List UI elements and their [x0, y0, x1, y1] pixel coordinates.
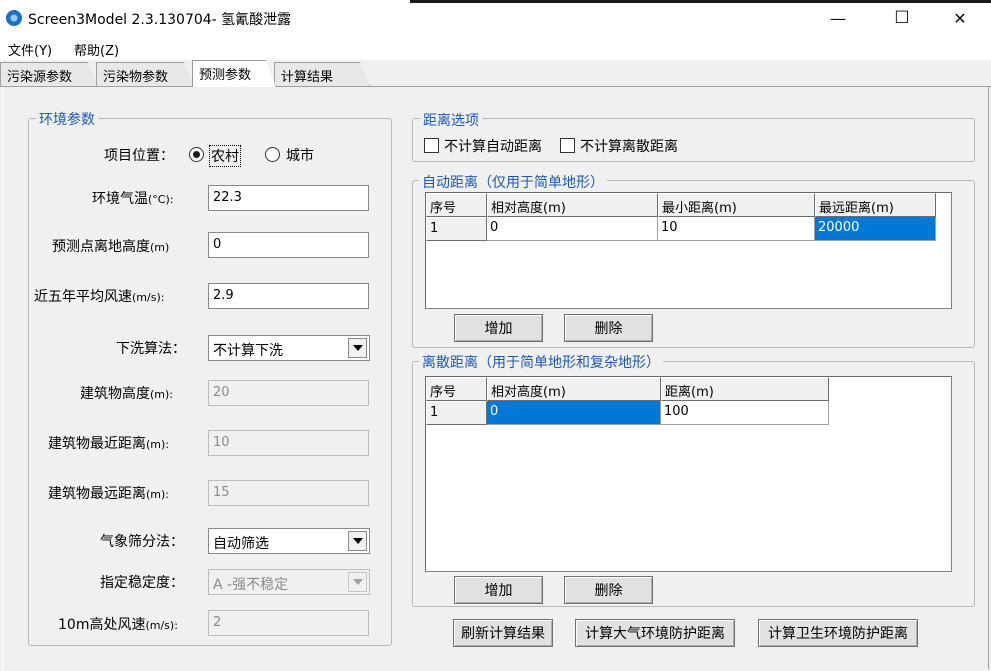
- no-discrete-distance-label[interactable]: 不计算离散距离: [580, 136, 678, 156]
- discrete-distance-grid[interactable]: 序号 相对高度(m) 距离(m) 1 0 100: [425, 376, 952, 572]
- table-cell-selected[interactable]: 0: [487, 401, 661, 425]
- auto-add-button[interactable]: 增加: [454, 314, 543, 342]
- bldg-height-label: 建筑物高度(m):: [80, 386, 174, 402]
- column-header[interactable]: 相对高度(m): [487, 193, 658, 217]
- window-title: Screen3Model 2.3.130704- 氢氰酸泄露: [28, 12, 292, 28]
- table-cell[interactable]: 10: [658, 217, 815, 241]
- tab-source-params[interactable]: 污染源参数: [0, 62, 98, 86]
- wind-input[interactable]: 2.9: [208, 283, 369, 309]
- temp-label: 环境气温(°C):: [92, 191, 174, 207]
- bldg-height-input: 20: [208, 380, 369, 406]
- location-label: 项目位置：: [104, 148, 174, 164]
- stability-label: 指定稳定度：: [100, 575, 184, 591]
- downwash-value: 不计算下洗: [213, 343, 283, 359]
- discrete-distance-title: 离散距离（用于简单地形和复杂地形）: [419, 352, 663, 372]
- row-header[interactable]: 1: [426, 401, 487, 425]
- refresh-results-button[interactable]: 刷新计算结果: [453, 619, 553, 647]
- menu-file[interactable]: 文件(Y): [8, 40, 52, 59]
- column-header[interactable]: 距离(m): [661, 377, 829, 401]
- radio-urban[interactable]: [265, 147, 280, 162]
- height-label: 预测点离地高度(m): [52, 239, 170, 255]
- radio-urban-label[interactable]: 城市: [286, 145, 314, 165]
- discrete-delete-button[interactable]: 删除: [564, 576, 653, 604]
- column-header[interactable]: 最远距离(m): [815, 193, 936, 217]
- env-params-title: 环境参数: [36, 109, 98, 129]
- downwash-label: 下洗算法：: [116, 341, 186, 357]
- no-auto-distance-label[interactable]: 不计算自动距离: [444, 136, 542, 156]
- auto-delete-button[interactable]: 删除: [564, 314, 653, 342]
- radio-rural[interactable]: [189, 147, 204, 162]
- chevron-down-icon[interactable]: [348, 531, 367, 551]
- column-header[interactable]: 序号: [426, 193, 487, 217]
- table-cell[interactable]: 0: [487, 217, 658, 241]
- tab-pollutant-params[interactable]: 污染物参数: [96, 62, 194, 86]
- wind-label: 近五年平均风速(m/s):: [34, 289, 165, 305]
- bldg-near-label: 建筑物最近距离(m):: [48, 436, 170, 452]
- menu-help[interactable]: 帮助(Z): [74, 40, 119, 59]
- bldg-near-input: 10: [208, 430, 369, 456]
- distance-options-title: 距离选项: [420, 110, 482, 130]
- minimize-button[interactable]: —: [815, 0, 861, 36]
- met-label: 气象筛分法：: [100, 534, 184, 550]
- no-discrete-distance-checkbox[interactable]: [560, 138, 575, 153]
- auto-distance-grid[interactable]: 序号 相对高度(m) 最小距离(m) 最远距离(m) 1 0 10 20000: [425, 192, 952, 309]
- bldg-far-input: 15: [208, 480, 369, 506]
- downwash-select[interactable]: 不计算下洗: [208, 335, 370, 361]
- menu-bar: [0, 36, 991, 60]
- table-cell-selected[interactable]: 20000: [815, 217, 936, 241]
- met-select[interactable]: 自动筛选: [208, 528, 370, 554]
- chevron-down-icon[interactable]: [348, 338, 367, 358]
- temp-input[interactable]: 22.3: [208, 185, 369, 211]
- atmos-protection-distance-button[interactable]: 计算大气环境防护距离: [575, 619, 735, 647]
- radio-rural-label[interactable]: 农村: [209, 145, 241, 167]
- table-cell[interactable]: 100: [661, 401, 829, 425]
- app-icon: [6, 10, 22, 26]
- column-header[interactable]: 最小距离(m): [658, 193, 815, 217]
- height-input[interactable]: 0: [208, 232, 369, 258]
- stability-value: A -强不稳定: [213, 577, 289, 593]
- no-auto-distance-checkbox[interactable]: [424, 138, 439, 153]
- met-value: 自动筛选: [213, 536, 269, 552]
- column-header[interactable]: 序号: [426, 377, 487, 401]
- chevron-down-icon: [348, 572, 367, 592]
- row-header[interactable]: 1: [426, 217, 487, 241]
- maximize-button[interactable]: ☐: [879, 0, 925, 36]
- auto-distance-title: 自动距离（仅用于简单地形）: [419, 172, 607, 192]
- bldg-far-label: 建筑物最远距离(m):: [48, 486, 170, 502]
- stability-select: A -强不稳定: [208, 569, 370, 595]
- discrete-add-button[interactable]: 增加: [454, 576, 543, 604]
- wind10-input: 2: [208, 610, 369, 636]
- tab-results[interactable]: 计算结果: [274, 62, 370, 86]
- tab-prediction-params[interactable]: 预测参数: [192, 60, 276, 87]
- wind10-label: 10m高处风速(m/s):: [58, 617, 178, 633]
- close-button[interactable]: ✕: [937, 0, 983, 36]
- column-header[interactable]: 相对高度(m): [487, 377, 661, 401]
- health-protection-distance-button[interactable]: 计算卫生环境防护距离: [758, 619, 918, 647]
